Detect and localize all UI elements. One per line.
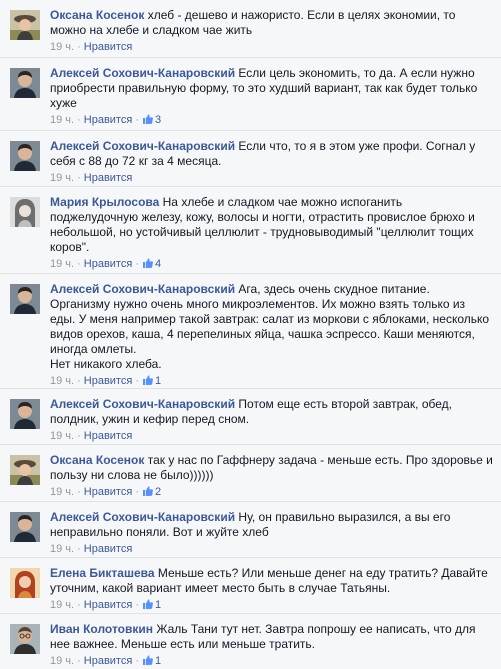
comment-author-link[interactable]: Иван Колотовкин [50,622,153,636]
comment-timestamp[interactable]: 19 ч. [50,599,74,611]
like-count[interactable]: 1 [142,655,161,667]
comment-meta: 19 ч. · Нравится · 2 [50,486,162,498]
like-button[interactable]: Нравится [84,599,133,611]
comment-meta: 19 ч. · Нравится · 1 [50,599,162,611]
like-count[interactable]: 3 [142,114,161,126]
comment-author-link[interactable]: Алексей Сохович-Канаровский [50,66,235,80]
comment-author-link[interactable]: Елена Бикташева [50,566,155,580]
like-count-value: 1 [154,375,162,387]
avatar[interactable] [10,624,40,654]
thumbs-up-icon [142,654,154,666]
comment-author-link[interactable]: Оксана Косенок [50,453,144,467]
comment-item: Алексей Сохович-Канаровский Потом еще ес… [0,389,501,445]
comment-author-link[interactable]: Алексей Сохович-Канаровский [50,397,235,411]
comment-author-link[interactable]: Алексей Сохович-Канаровский [50,510,235,524]
comment-timestamp[interactable]: 19 ч. [50,258,74,270]
thumbs-up-icon [142,598,154,610]
comment-timestamp[interactable]: 19 ч. [50,114,74,126]
like-button[interactable]: Нравится [84,41,133,53]
comment-list: Оксана Косенок хлеб - дешево и нажористо… [0,0,501,669]
comment-timestamp[interactable]: 19 ч. [50,375,74,387]
like-button[interactable]: Нравится [84,430,133,442]
avatar[interactable] [10,455,40,485]
comment-author-link[interactable]: Мария Крылосова [50,195,159,209]
like-button[interactable]: Нравится [84,543,133,555]
thumbs-up-icon [142,374,154,386]
comment-item: Оксана Косенок хлеб - дешево и нажористо… [0,0,501,58]
comment-timestamp[interactable]: 19 ч. [50,543,74,555]
like-button[interactable]: Нравится [84,258,133,270]
avatar[interactable] [10,141,40,171]
like-button[interactable]: Нравится [84,375,133,387]
like-count-value: 2 [154,486,162,498]
comment-item: Мария Крылосова На хлебе и сладком чае м… [0,187,501,274]
thumbs-up-icon [142,113,154,125]
comment-author-link[interactable]: Алексей Сохович-Канаровский [50,282,235,296]
like-count[interactable]: 2 [142,486,161,498]
thumbs-up-icon [142,257,154,269]
avatar[interactable] [10,512,40,542]
like-count-value: 1 [154,599,162,611]
comment-timestamp[interactable]: 19 ч. [50,172,74,184]
avatar[interactable] [10,197,40,227]
comment-item: Оксана Косенок так у нас по Гаффнеру зад… [0,445,501,502]
comment-timestamp[interactable]: 19 ч. [50,655,74,667]
comment-timestamp[interactable]: 19 ч. [50,486,74,498]
comment-item: Иван Колотовкин Жаль Тани тут нет. Завтр… [0,614,501,669]
comment-meta: 19 ч. · Нравится [50,543,133,555]
comment-item: Алексей Сохович-Канаровский Если цель эк… [0,58,501,131]
comment-timestamp[interactable]: 19 ч. [50,430,74,442]
avatar[interactable] [10,68,40,98]
comment-author-link[interactable]: Оксана Косенок [50,8,144,22]
like-count-value: 3 [154,114,162,126]
like-count-value: 1 [154,655,162,667]
like-count[interactable]: 1 [142,599,161,611]
avatar[interactable] [10,399,40,429]
comment-item: Елена Бикташева Меньше есть? Или меньше … [0,558,501,614]
comment-timestamp[interactable]: 19 ч. [50,41,74,53]
comment-meta: 19 ч. · Нравится · 3 [50,114,162,126]
comment-meta: 19 ч. · Нравится · 1 [50,655,162,667]
like-count[interactable]: 1 [142,375,161,387]
like-button[interactable]: Нравится [84,172,133,184]
thumbs-up-icon [142,485,154,497]
like-count[interactable]: 4 [142,258,161,270]
like-count-value: 4 [154,258,162,270]
avatar[interactable] [10,10,40,40]
like-button[interactable]: Нравится [84,486,133,498]
avatar[interactable] [10,568,40,598]
avatar[interactable] [10,284,40,314]
comment-meta: 19 ч. · Нравится · 1 [50,375,162,387]
like-button[interactable]: Нравится [84,655,133,667]
like-button[interactable]: Нравится [84,114,133,126]
comment-meta: 19 ч. · Нравится [50,41,133,53]
comment-item: Алексей Сохович-Канаровский Ага, здесь о… [0,274,501,389]
comment-item: Алексей Сохович-Канаровский Если что, то… [0,131,501,187]
comment-item: Алексей Сохович-Канаровский Ну, он прави… [0,502,501,558]
comment-meta: 19 ч. · Нравится · 4 [50,258,162,270]
comment-author-link[interactable]: Алексей Сохович-Канаровский [50,139,235,153]
comment-meta: 19 ч. · Нравится [50,430,133,442]
comment-meta: 19 ч. · Нравится [50,172,133,184]
